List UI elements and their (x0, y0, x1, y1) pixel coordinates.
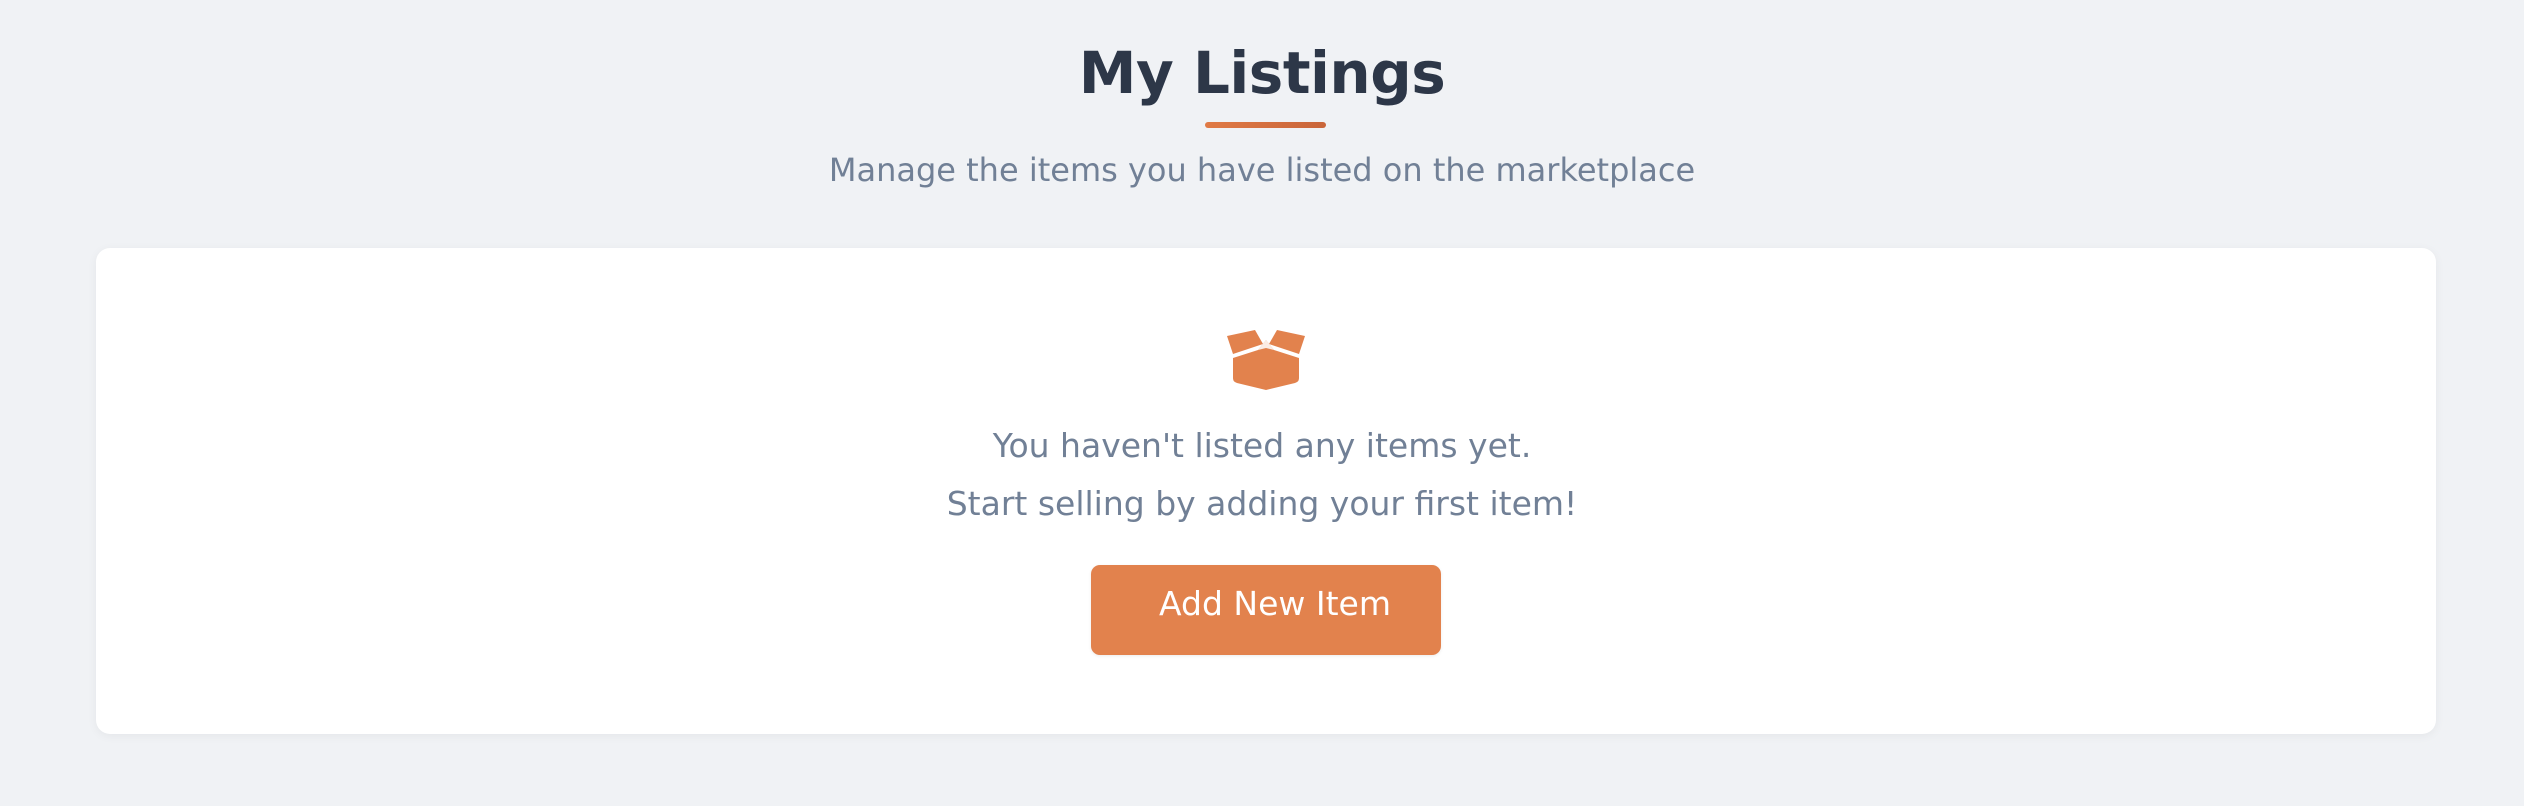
page-subtitle: Manage the items you have listed on the … (828, 151, 1696, 189)
open-box-icon (1227, 330, 1305, 390)
page-title: My Listings (1078, 39, 1446, 107)
add-new-item-button[interactable]: Add New Item (1091, 565, 1441, 655)
add-new-item-label: Add New Item (1159, 584, 1391, 623)
empty-message-line2: Start selling by adding your first item! (946, 484, 1578, 523)
title-underline (1205, 122, 1326, 128)
empty-message-line1: You haven't listed any items yet. (992, 426, 1532, 465)
